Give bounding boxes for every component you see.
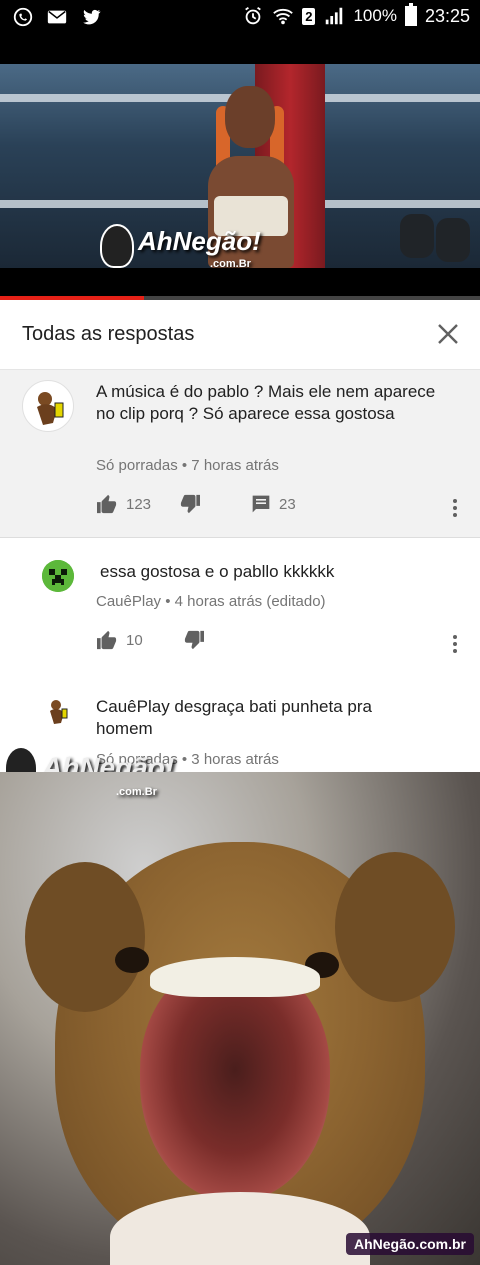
avatar[interactable]: [42, 560, 74, 592]
mascot-logo: [4, 746, 38, 772]
panel-title: Todas as respostas: [22, 323, 195, 345]
sim-badge: 2: [302, 7, 316, 25]
mascot-logo: [100, 224, 134, 268]
more-options-icon[interactable]: [452, 498, 458, 518]
battery-percent: 100%: [353, 6, 397, 25]
more-options-icon[interactable]: [452, 634, 458, 654]
battery-icon: [404, 3, 417, 26]
thumbs-down-icon: [184, 630, 204, 650]
reply-actions: 10: [96, 630, 205, 650]
reply-text: essa gostosa e o pabllo kkkkkk: [100, 562, 335, 581]
dog-teeth: [150, 957, 320, 997]
comment-icon: [252, 495, 270, 513]
reply-count: 23: [279, 495, 296, 513]
avatar[interactable]: [22, 380, 74, 432]
whatsapp-icon: [13, 7, 33, 27]
email-icon: [47, 10, 67, 24]
dislike-button[interactable]: [183, 630, 205, 650]
video-watermark: AhNegão!: [138, 226, 261, 256]
dislike-button[interactable]: [179, 494, 201, 514]
avatar[interactable]: [42, 695, 74, 727]
dog-open-mouth: [140, 962, 330, 1202]
video-player[interactable]: AhNegão! .com.Br: [0, 64, 480, 268]
wifi-icon: [273, 8, 294, 25]
comment-item: A música é do pablo ? Mais ele nem apare…: [0, 370, 480, 538]
thumbs-up-icon: [97, 630, 117, 650]
boxing-glove-icon: [436, 218, 470, 262]
monkey-avatar-icon: [37, 392, 64, 425]
twitter-icon: [83, 9, 101, 25]
close-icon[interactable]: [436, 322, 460, 346]
reply-text: CauêPlay desgraça bati punheta pra homem: [96, 697, 372, 738]
panel-watermark: AhNegão!: [42, 752, 175, 772]
like-button[interactable]: 10: [96, 630, 143, 650]
clock: 23:25: [424, 5, 470, 26]
photo-watermark-domain: .com.Br: [116, 786, 157, 798]
monkey-avatar-icon: [50, 700, 68, 724]
like-count: 10: [126, 631, 143, 649]
like-count: 123: [126, 495, 152, 513]
status-bar: 2 100% 23:25: [0, 0, 480, 34]
panel-header: Todas as respostas: [0, 300, 480, 370]
video-watermark-domain: .com.Br: [210, 258, 251, 268]
alarm-icon: [245, 6, 262, 25]
reply-button[interactable]: 23: [251, 494, 296, 514]
comment-meta: Só porradas • 7 horas atrás: [96, 457, 279, 474]
site-badge: AhNegão.com.br: [345, 1233, 474, 1255]
creeper-avatar-icon: [42, 560, 74, 592]
like-button[interactable]: 123: [96, 494, 151, 514]
boxing-glove-icon: [400, 214, 434, 258]
dog-photo: .com.Br AhNegão.com.br: [0, 772, 480, 1265]
comment-text: A música é do pablo ? Mais ele nem apare…: [96, 382, 436, 423]
reply-meta: CauêPlay • 4 horas atrás (editado): [96, 593, 326, 610]
thumbs-down-icon: [180, 494, 201, 514]
signal-icon: [326, 7, 343, 25]
comment-actions: 123 23: [96, 494, 296, 514]
replies-panel: Todas as respostas A música é do pablo ?…: [0, 300, 480, 772]
thumbs-up-icon: [97, 494, 117, 514]
